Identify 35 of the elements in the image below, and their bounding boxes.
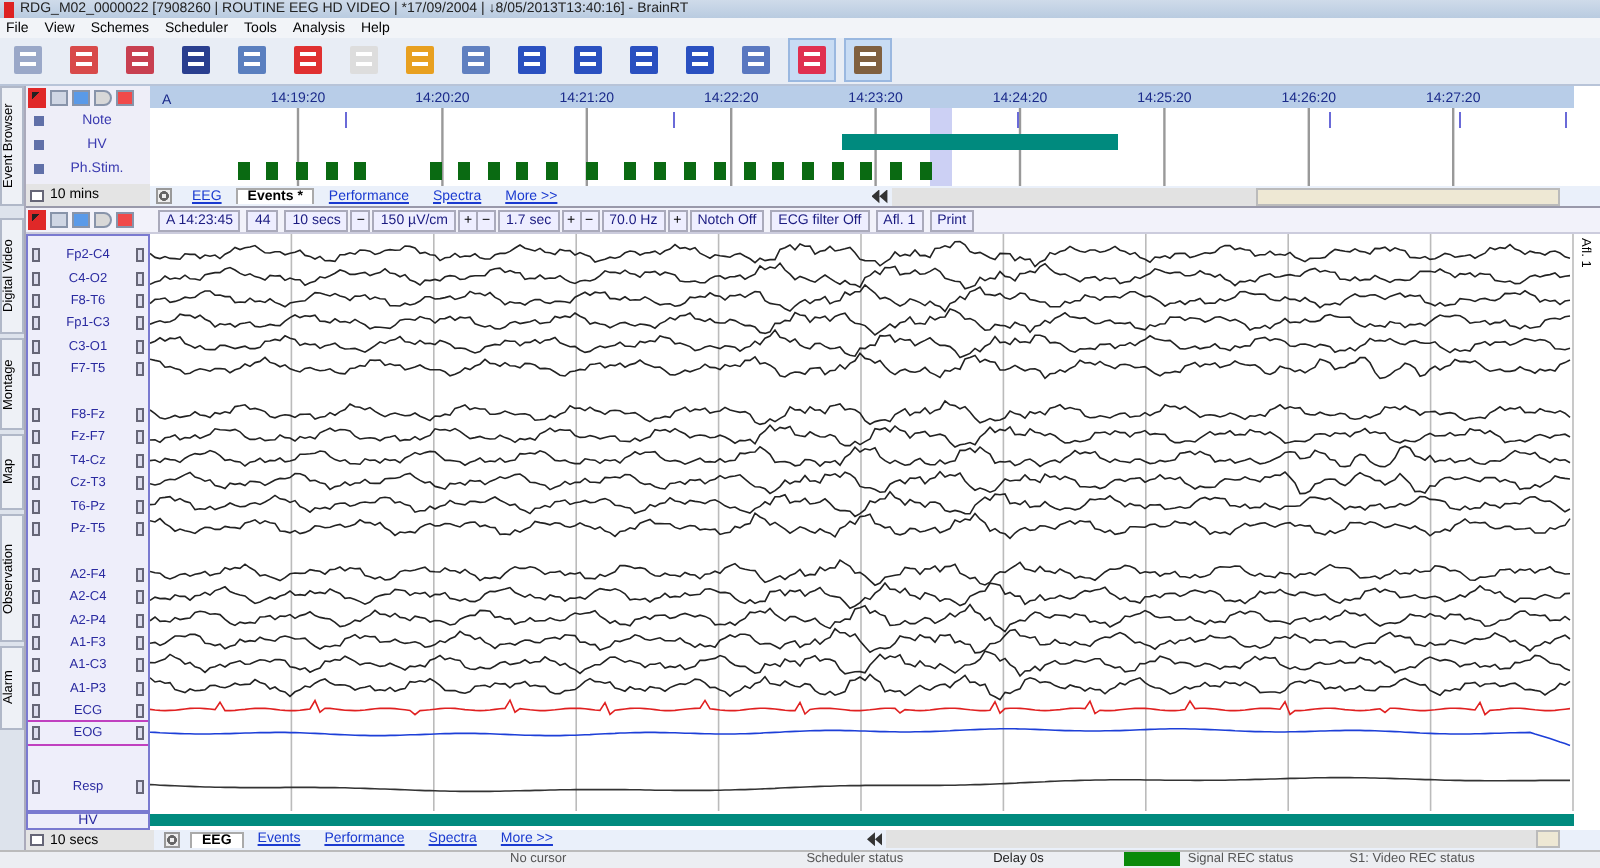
toolbar-glyph-icon: [288, 42, 328, 79]
pointer-icon[interactable]: [28, 210, 46, 231]
toolbar-glyph-icon: [624, 42, 664, 79]
channel-button[interactable]: [136, 779, 144, 794]
toolbar-glyph-icon: [848, 42, 888, 79]
scrollbar[interactable]: [891, 187, 1560, 206]
toolbar-glyph-icon: [568, 42, 608, 79]
app-icon: [4, 1, 14, 18]
toolbar-glyph-icon: [8, 42, 48, 79]
channel-button[interactable]: [32, 779, 40, 794]
toolbar-glyph-icon: [64, 42, 104, 79]
scrollbar[interactable]: [886, 830, 1560, 849]
toolbar-glyph-icon: [120, 42, 160, 79]
toolbar-button[interactable]: [788, 38, 836, 83]
toolbar-glyph-icon: [176, 42, 216, 79]
toolbar-glyph-icon: [344, 42, 384, 79]
toolbar-glyph-icon: [680, 42, 720, 79]
toolbar-glyph-icon: [512, 42, 552, 79]
row-marker-icon: [34, 115, 44, 126]
pointer-icon[interactable]: [28, 87, 46, 108]
toolbar-glyph-icon: [400, 42, 440, 79]
zoom-icon[interactable]: [30, 834, 44, 847]
rewind-icon[interactable]: [866, 832, 883, 847]
row-marker-icon: [34, 139, 44, 150]
rewind-icon[interactable]: [871, 189, 888, 204]
toolbar-button[interactable]: [844, 38, 892, 83]
row-marker-icon: [34, 163, 44, 174]
toolbar-glyph-icon: [456, 42, 496, 79]
signal-indicator: [1123, 852, 1180, 867]
settings-icon[interactable]: [164, 831, 180, 848]
toolbar-glyph-icon: [736, 42, 776, 79]
toolbar-glyph-icon: [792, 42, 832, 79]
zoom-icon[interactable]: [30, 189, 44, 202]
toolbar-glyph-icon: [232, 42, 272, 79]
settings-icon[interactable]: [156, 188, 172, 205]
